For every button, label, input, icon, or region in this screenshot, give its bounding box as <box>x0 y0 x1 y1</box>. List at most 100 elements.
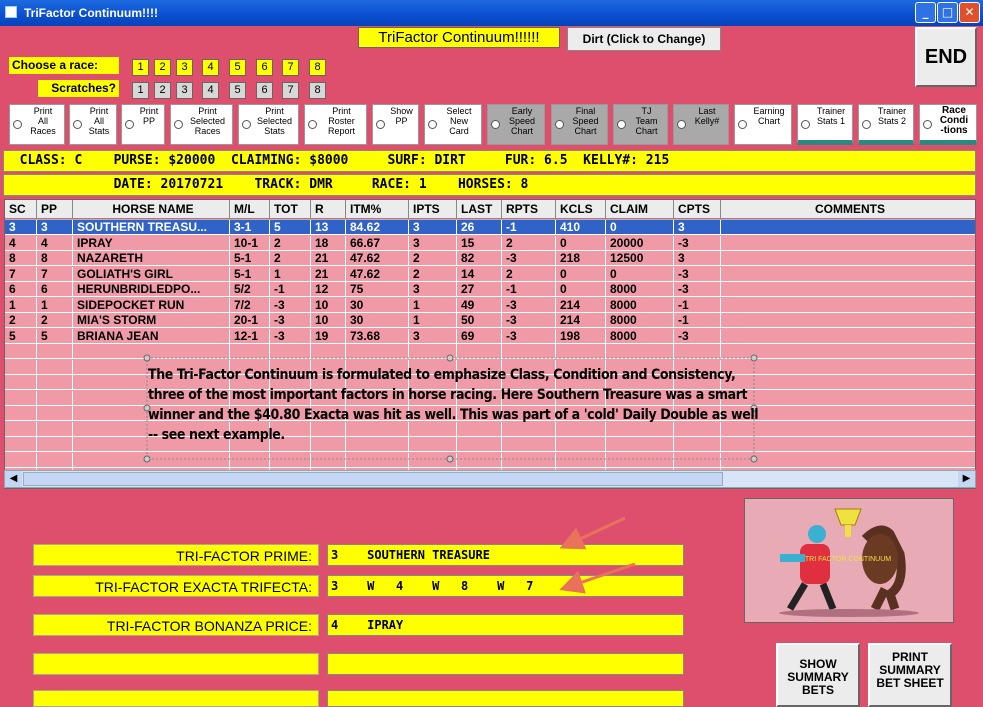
table-cell: -1 <box>674 313 721 328</box>
table-cell: 0 <box>556 235 606 251</box>
radio-icon[interactable] <box>13 120 22 129</box>
radio-icon[interactable] <box>617 120 626 129</box>
option-print-roster-report[interactable]: Print Roster Report <box>304 104 367 145</box>
column-header[interactable]: M/L <box>230 200 270 218</box>
radio-icon[interactable] <box>491 120 500 129</box>
radio-icon[interactable] <box>738 120 747 129</box>
option-select-new-card[interactable]: Select New Card <box>424 104 482 145</box>
radio-icon[interactable] <box>428 120 437 129</box>
race-button-1[interactable]: 1 <box>132 59 149 76</box>
option-final-speed-chart[interactable]: Final Speed Chart <box>551 104 608 145</box>
column-header[interactable]: ITM% <box>346 200 409 218</box>
radio-icon[interactable] <box>376 120 385 129</box>
table-cell <box>721 267 975 282</box>
option-trainer-stats-2[interactable]: Trainer Stats 2 <box>858 104 914 145</box>
table-row[interactable]: 1 1 SIDEPOCKET RUN 7/2 -3 10 30 1 49 -3 214 8000 -1 <box>5 297 975 313</box>
horizontal-scrollbar[interactable]: ◀ ▶ <box>4 470 976 488</box>
table-cell <box>721 220 975 235</box>
column-header[interactable]: RPTS <box>502 200 556 218</box>
scroll-left-icon[interactable]: ◀ <box>5 471 22 487</box>
table-row[interactable]: 3 3 SOUTHERN TREASU... 3-1 5 13 84.62 3 26 -1 410 0… <box>5 220 975 235</box>
column-header[interactable]: TOT <box>270 200 311 218</box>
race-button-3[interactable]: 3 <box>176 59 193 76</box>
option-trainer-stats-1[interactable]: Trainer Stats 1 <box>797 104 853 145</box>
option-print-all-stats[interactable]: Print All Stats <box>69 104 117 145</box>
scratch-button-7[interactable]: 7 <box>282 82 299 99</box>
race-button-5[interactable]: 5 <box>229 59 246 76</box>
scratch-button-8[interactable]: 8 <box>309 82 326 99</box>
table-cell: 12-1 <box>230 328 270 344</box>
scroll-right-icon[interactable]: ▶ <box>958 471 975 487</box>
bonanza-field[interactable]: 4 IPRAY <box>327 614 684 636</box>
table-cell: 214 <box>556 313 606 328</box>
radio-icon[interactable] <box>242 120 251 129</box>
maximize-button[interactable]: □ <box>937 2 958 23</box>
radio-icon[interactable] <box>801 120 810 129</box>
option-early-speed-chart[interactable]: Early Speed Chart <box>487 104 545 145</box>
table-cell: MIA'S STORM <box>73 313 230 328</box>
table-cell: 1 <box>5 297 37 313</box>
option-earning-chart[interactable]: Earning Chart <box>734 104 792 145</box>
column-header[interactable]: COMMENTS <box>721 200 975 218</box>
empty-field-2[interactable] <box>327 690 684 707</box>
radio-icon[interactable] <box>73 120 82 129</box>
table-row[interactable]: 5 5 BRIANA JEAN 12-1 -3 19 73.68 3 69 -3 198 8000 -3 <box>5 328 975 344</box>
empty-field-1[interactable] <box>327 653 684 675</box>
table-cell: -3 <box>502 251 556 266</box>
scratch-button-1[interactable]: 1 <box>132 82 149 99</box>
race-button-7[interactable]: 7 <box>282 59 299 76</box>
radio-icon[interactable] <box>125 120 134 129</box>
option-print-selected-races[interactable]: Print Selected Races <box>170 104 233 145</box>
scratch-button-3[interactable]: 3 <box>176 82 193 99</box>
column-header[interactable]: LAST <box>457 200 502 218</box>
print-summary-bet-sheet-button[interactable]: PRINT SUMMARY BET SHEET <box>868 643 952 707</box>
race-button-6[interactable]: 6 <box>256 59 273 76</box>
table-row[interactable]: 2 2 MIA'S STORM 20-1 -3 10 30 1 50 -3 214 8000 -1 <box>5 313 975 328</box>
table-row[interactable]: 4 4 IPRAY 10-1 2 18 66.67 3 15 2 0 20000 -3 <box>5 235 975 251</box>
option-race-condi-tions[interactable]: Race Condi -tions <box>919 104 977 145</box>
column-header[interactable]: SC <box>5 200 37 218</box>
radio-icon[interactable] <box>677 120 686 129</box>
race-button-4[interactable]: 4 <box>202 59 219 76</box>
column-header[interactable]: KCLS <box>556 200 606 218</box>
option-label: Print Selected Races <box>189 106 226 136</box>
column-header[interactable]: CLAIM <box>606 200 674 218</box>
column-header[interactable]: R <box>311 200 346 218</box>
column-header[interactable]: CPTS <box>674 200 721 218</box>
radio-icon[interactable] <box>923 120 932 129</box>
end-button[interactable]: END <box>915 27 977 87</box>
close-button[interactable]: ✕ <box>959 2 980 23</box>
column-header[interactable]: PP <box>37 200 73 218</box>
table-row[interactable]: 7 7 GOLIATH'S GIRL 5-1 1 21 47.62 2 14 2 0 0 -3 <box>5 266 975 282</box>
scratch-button-6[interactable]: 6 <box>256 82 273 99</box>
table-cell: 7/2 <box>230 297 270 313</box>
scratch-button-5[interactable]: 5 <box>229 82 246 99</box>
table-row[interactable]: 6 6 HERUNBRIDLEDPO... 5/2 -1 12 75 3 27 -1 0 8000 -3 <box>5 282 975 297</box>
dirt-toggle-button[interactable]: Dirt (Click to Change) <box>567 27 721 51</box>
option-print-pp[interactable]: Print PP <box>121 104 165 145</box>
radio-icon[interactable] <box>555 120 564 129</box>
option-print-selected-stats[interactable]: Print Selected Stats <box>238 104 299 145</box>
table-cell: -3 <box>270 313 311 328</box>
column-header[interactable]: HORSE NAME <box>73 200 230 218</box>
option-show-pp[interactable]: Show PP <box>372 104 419 145</box>
table-cell <box>5 437 37 452</box>
radio-icon[interactable] <box>308 120 317 129</box>
minimize-button[interactable]: _ <box>915 2 936 23</box>
option-print-all-races[interactable]: Print All Races <box>9 104 65 145</box>
radio-icon[interactable] <box>174 120 183 129</box>
race-button-2[interactable]: 2 <box>154 59 171 76</box>
scroll-thumb[interactable] <box>23 472 723 486</box>
option-tj-team-chart[interactable]: TJ Team Chart <box>613 104 668 145</box>
column-header[interactable]: IPTS <box>409 200 457 218</box>
scratch-button-2[interactable]: 2 <box>154 82 171 99</box>
option-last-kelly[interactable]: Last Kelly# <box>673 104 729 145</box>
table-cell: 50 <box>457 313 502 328</box>
scratch-button-4[interactable]: 4 <box>202 82 219 99</box>
race-button-8[interactable]: 8 <box>309 59 326 76</box>
table-cell <box>5 375 37 390</box>
radio-icon[interactable] <box>862 120 871 129</box>
table-row[interactable]: 8 8 NAZARETH 5-1 2 21 47.62 2 82 -3 218 12500 3 <box>5 251 975 266</box>
show-summary-bets-button[interactable]: SHOW SUMMARY BETS <box>776 643 860 707</box>
race-info-line-1: CLASS: C PURSE: $20000 CLAIMING: $8000 S… <box>3 150 976 172</box>
